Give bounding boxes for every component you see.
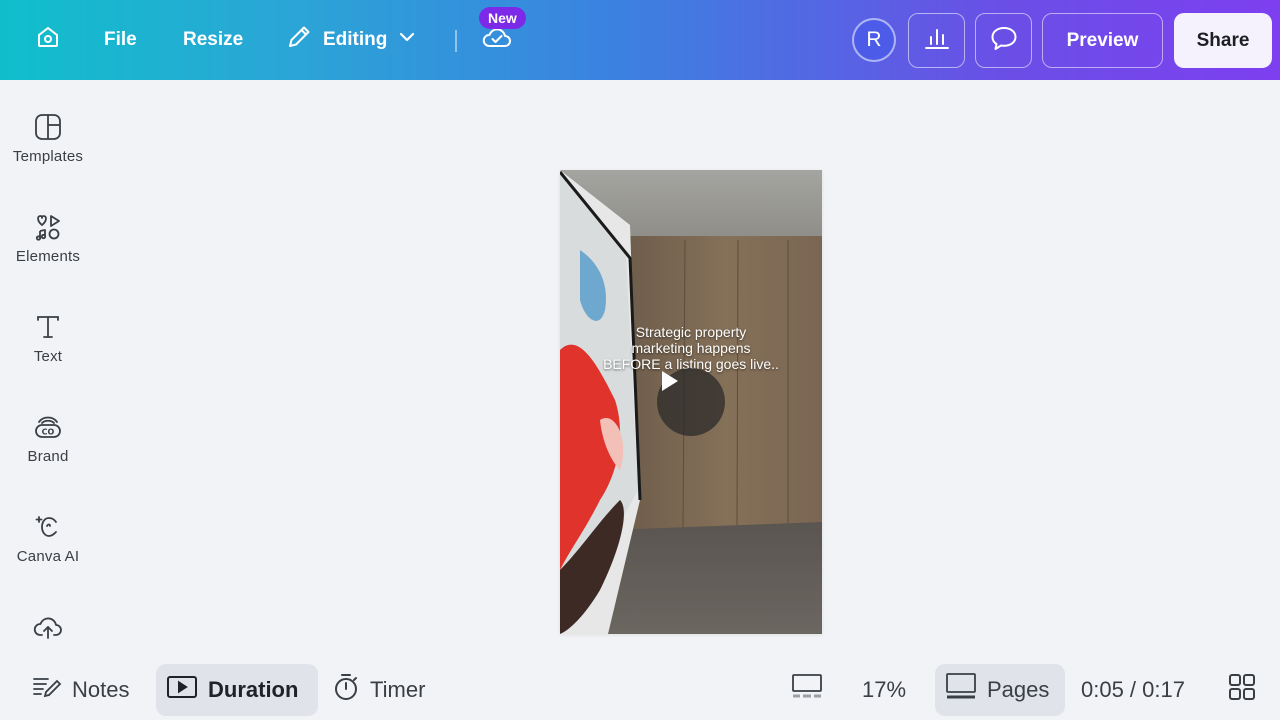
sidebar-item-label: Elements	[15, 248, 81, 265]
bottom-toolbar: Notes Duration Timer 17% Pages 0:05 / 0:…	[0, 662, 1280, 720]
playback-time: 0:05 / 0:17	[1081, 677, 1185, 702]
new-badge: New	[479, 7, 526, 29]
design-page[interactable]: Strategic property marketing happens BEF…	[560, 170, 822, 634]
sidebar-item-uploads[interactable]	[0, 580, 96, 670]
sidebar-item-elements[interactable]: Elements	[0, 180, 96, 270]
pages-button[interactable]: Pages	[935, 664, 1065, 716]
comments-button[interactable]	[975, 13, 1032, 68]
pages-label: Pages	[987, 677, 1050, 702]
layout-icon	[791, 672, 823, 708]
upload-icon	[31, 610, 65, 644]
grid-icon	[1228, 673, 1256, 707]
sidebar-item-text[interactable]: Text	[0, 280, 96, 370]
notes-button[interactable]: Notes	[32, 664, 129, 716]
play-square-icon	[166, 674, 198, 706]
pencil-icon	[285, 23, 313, 57]
elements-icon	[31, 210, 65, 244]
home-button[interactable]	[28, 0, 68, 80]
resize-button[interactable]: Resize	[183, 0, 243, 80]
home-icon	[35, 24, 61, 56]
play-button[interactable]	[657, 368, 725, 436]
grid-view-button[interactable]	[1226, 664, 1258, 716]
brand-icon: CO	[31, 410, 65, 444]
sidebar-item-label: Canva AI	[16, 548, 80, 565]
notes-label: Notes	[72, 677, 130, 702]
user-avatar[interactable]: R	[852, 18, 896, 62]
text-icon	[31, 310, 65, 344]
sidebar-item-label: Brand	[27, 448, 69, 465]
sidebar-item-canva-ai[interactable]: Canva AI	[0, 480, 96, 570]
timer-button[interactable]: Timer	[332, 664, 425, 716]
toolbar-divider	[455, 30, 457, 52]
sidebar-item-brand[interactable]: CO Brand	[0, 380, 96, 470]
timer-label: Timer	[370, 677, 426, 702]
preview-button[interactable]: Preview	[1042, 13, 1163, 68]
page-layout-button[interactable]	[790, 664, 824, 716]
sidebar-item-label: Templates	[12, 148, 84, 165]
templates-icon	[31, 110, 65, 144]
caption-line: marketing happens	[631, 340, 751, 356]
bar-chart-icon	[923, 25, 951, 56]
notes-icon	[32, 674, 62, 706]
caption-line: Strategic property	[635, 324, 747, 340]
insights-button[interactable]	[908, 13, 965, 68]
video-caption[interactable]: Strategic property marketing happens BEF…	[560, 324, 822, 372]
svg-text:CO: CO	[42, 428, 55, 437]
duration-label: Duration	[208, 677, 299, 702]
pages-icon	[945, 672, 977, 708]
top-toolbar: File Resize Editing New R Preview Share	[0, 0, 1280, 80]
sidebar-item-label: Text	[33, 348, 63, 365]
share-button[interactable]: Share	[1174, 13, 1272, 68]
editing-label: Editing	[323, 29, 388, 50]
editing-mode-dropdown[interactable]: Editing	[285, 0, 417, 80]
zoom-level[interactable]: 17%	[862, 664, 906, 716]
stopwatch-icon	[332, 672, 360, 708]
chevron-down-icon	[397, 27, 417, 53]
duration-button[interactable]: Duration	[156, 664, 318, 716]
left-sidebar: Templates Elements Text CO Brand Canva A…	[0, 80, 96, 720]
file-menu-button[interactable]: File	[104, 0, 137, 80]
comment-icon	[989, 24, 1019, 57]
sidebar-item-templates[interactable]: Templates	[0, 80, 96, 170]
canva-ai-icon	[31, 510, 65, 544]
